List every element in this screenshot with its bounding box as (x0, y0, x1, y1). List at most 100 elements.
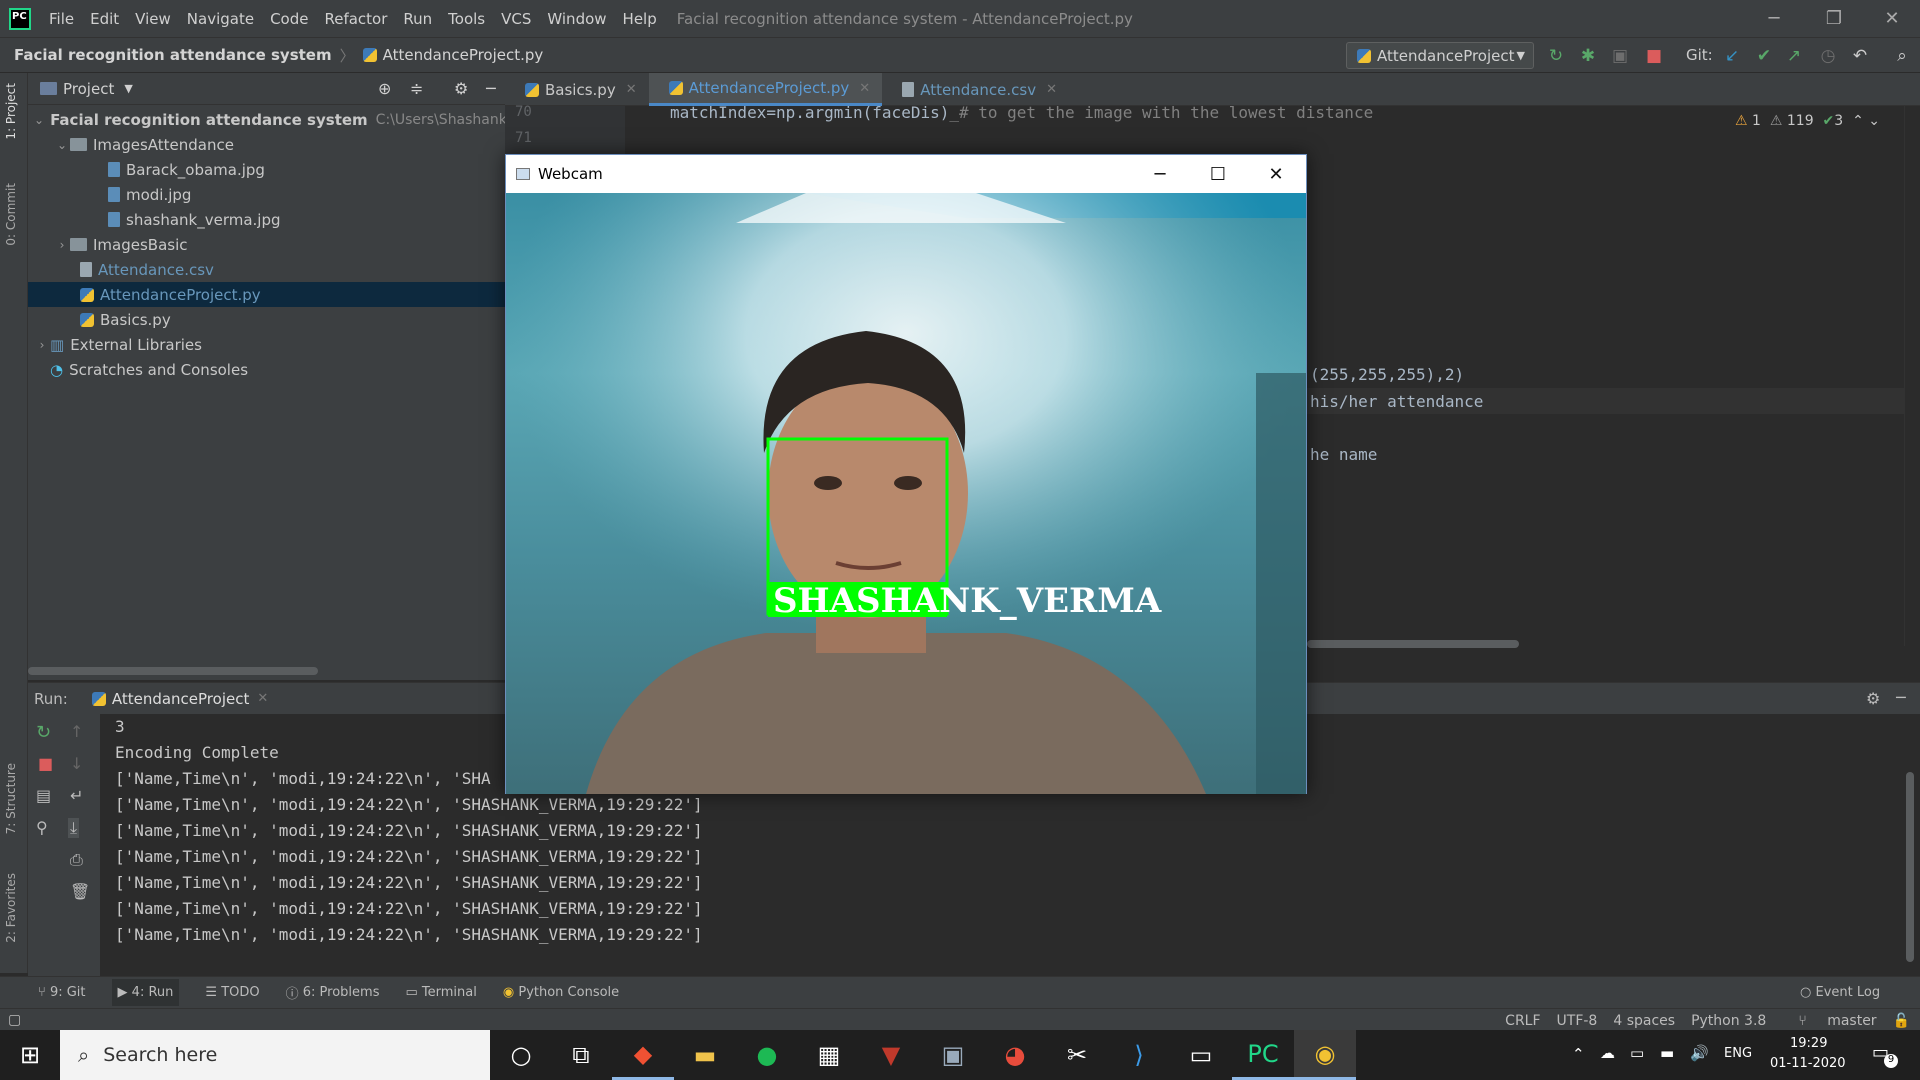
windows-start-icon[interactable]: ⊞ (0, 1030, 60, 1080)
taskbar-search[interactable]: ⌕ Search here (60, 1030, 490, 1080)
file-explorer-icon[interactable]: ▬ (674, 1030, 736, 1080)
gear-icon[interactable]: ⚙ (454, 79, 468, 98)
tree-folder-images-basic[interactable]: › ImagesBasic (28, 232, 505, 257)
hide-icon[interactable]: ─ (1896, 688, 1906, 707)
tree-file-basics[interactable]: Basics.py (28, 307, 505, 332)
lock-icon[interactable]: 🔓 (1893, 1013, 1910, 1029)
error-stripe[interactable] (1904, 106, 1920, 646)
debug-icon[interactable]: ✱ (1578, 46, 1598, 66)
close-icon[interactable]: ✕ (1247, 155, 1305, 193)
gear-icon[interactable]: ⚙ (1866, 689, 1880, 708)
close-icon[interactable]: ✕ (859, 81, 870, 96)
tab-favorites[interactable]: 2: Favorites (4, 873, 18, 943)
layout-icon[interactable]: ▤ (36, 786, 51, 805)
console-scrollbar[interactable] (1906, 772, 1914, 962)
tool-tab-problems[interactable]: ⓘ 6: Problems (286, 983, 380, 1002)
git-push-icon[interactable]: ↗ (1784, 46, 1804, 66)
webcam-window[interactable]: Webcam ─ ☐ ✕ SHASHANK_VERMA (505, 154, 1307, 794)
hide-icon[interactable]: ─ (486, 79, 496, 98)
event-log[interactable]: ○ Event Log (1800, 985, 1880, 1000)
tree-scratches[interactable]: ◔ Scratches and Consoles (28, 357, 505, 382)
trash-icon[interactable]: 🗑 (70, 882, 90, 901)
tool-tab-git[interactable]: ⑂ 9: Git (38, 985, 86, 1000)
tab-project[interactable]: 1: Project (4, 83, 18, 140)
git-commit-icon[interactable]: ✔ (1754, 46, 1774, 66)
line-separator[interactable]: CRLF (1505, 1013, 1540, 1029)
tree-file-csv[interactable]: Attendance.csv (28, 257, 505, 282)
maximize-icon[interactable]: ☐ (1189, 155, 1247, 193)
menu-view[interactable]: View (127, 10, 179, 28)
tree-folder-images-attendance[interactable]: ⌄ ImagesAttendance (28, 132, 505, 157)
tab-attendance-csv[interactable]: Attendance.csv ✕ (882, 73, 1069, 106)
rollback-icon[interactable]: ↶ (1850, 46, 1870, 66)
cortana-icon[interactable]: ○ (490, 1030, 552, 1080)
breadcrumb-project[interactable]: Facial recognition attendance system (14, 46, 332, 64)
arrow-up-icon[interactable]: ↑ (70, 722, 83, 741)
chevron-up-icon[interactable]: ⌃ (1852, 113, 1864, 129)
remote-desktop-icon[interactable]: ▣ (922, 1030, 984, 1080)
minimize-icon[interactable]: ─ (1744, 0, 1804, 37)
restore-icon[interactable]: ❐ (1804, 0, 1864, 37)
git-history-icon[interactable]: ◷ (1818, 46, 1838, 66)
tool-tab-terminal[interactable]: ▭ Terminal (405, 985, 476, 1000)
locate-icon[interactable]: ⊕ (378, 79, 391, 98)
pycharm-app-icon[interactable]: PC (1232, 1030, 1294, 1080)
chevron-down-icon[interactable]: ▼ (124, 82, 132, 95)
onedrive-icon[interactable]: ☁ (1600, 1044, 1615, 1062)
breadcrumb-file[interactable]: AttendanceProject.py (383, 46, 544, 64)
rerun-icon[interactable]: ↻ (36, 722, 51, 743)
tree-file-shashank[interactable]: shashank_verma.jpg (28, 207, 505, 232)
scroll-to-end-icon[interactable]: ⤓ (68, 818, 80, 838)
search-icon[interactable]: ⌕ (1892, 46, 1912, 66)
chevron-up-icon[interactable]: ⌃ (1572, 1045, 1585, 1063)
tab-commit[interactable]: 0: Commit (4, 183, 18, 246)
close-icon[interactable]: ✕ (257, 691, 268, 706)
horizontal-scrollbar[interactable] (28, 667, 318, 675)
volume-icon[interactable]: 🔊 (1690, 1044, 1709, 1062)
language-indicator[interactable]: ENG (1724, 1046, 1752, 1061)
tree-file-barack[interactable]: Barack_obama.jpg (28, 157, 505, 182)
menu-help[interactable]: Help (615, 10, 665, 28)
menu-vcs[interactable]: VCS (493, 10, 539, 28)
python-interpreter[interactable]: Python 3.8 (1691, 1013, 1766, 1029)
menu-window[interactable]: Window (539, 10, 614, 28)
chevron-down-icon[interactable]: ⌄ (1868, 113, 1880, 129)
inspection-widget[interactable]: ⚠ 1 ⚠ 119 ✔3 ⌃ ⌄ (1735, 113, 1880, 129)
menu-tools[interactable]: Tools (440, 10, 493, 28)
terminal-app-icon[interactable]: ▭ (1170, 1030, 1232, 1080)
chrome-icon[interactable]: ◕ (984, 1030, 1046, 1080)
arrow-down-icon[interactable]: ↓ (70, 754, 83, 773)
snip-icon[interactable]: ✂ (1046, 1030, 1108, 1080)
clock-time[interactable]: 19:29 (1790, 1036, 1827, 1051)
rerun-icon[interactable]: ↻ (1546, 46, 1566, 66)
predator-icon[interactable]: ▼ (860, 1030, 922, 1080)
tool-tab-todo[interactable]: ☰ TODO (205, 985, 259, 1000)
menu-edit[interactable]: Edit (82, 10, 127, 28)
code-line-70[interactable]: matchIndex=np.argmin(faceDis)_# to get t… (670, 103, 1373, 122)
close-icon[interactable]: ✕ (1862, 0, 1920, 37)
clock-date[interactable]: 01-11-2020 (1770, 1056, 1846, 1071)
menu-file[interactable]: File (41, 10, 82, 28)
git-branch[interactable]: ⑂ master (1782, 1013, 1876, 1029)
indent-setting[interactable]: 4 spaces (1613, 1013, 1675, 1029)
run-configuration-select[interactable]: AttendanceProject ▼ (1346, 42, 1534, 69)
stop-icon[interactable]: ■ (38, 754, 53, 773)
tool-tab-run[interactable]: ▶ 4: Run (111, 979, 180, 1006)
git-update-icon[interactable]: ↙ (1722, 46, 1742, 66)
editor-horizontal-scrollbar[interactable] (1307, 640, 1519, 648)
menu-refactor[interactable]: Refactor (316, 10, 395, 28)
minimize-icon[interactable]: ─ (1131, 155, 1189, 193)
tool-tab-python-console[interactable]: ◉ Python Console (503, 985, 619, 1000)
tree-root[interactable]: ⌄ Facial recognition attendance system C… (28, 107, 556, 132)
python-app-icon[interactable]: ◉ (1294, 1030, 1356, 1080)
spotify-icon[interactable]: ● (736, 1030, 798, 1080)
vscode-icon[interactable]: ⟩ (1108, 1030, 1170, 1080)
layout-toggle-icon[interactable]: ▢ (8, 1012, 21, 1028)
coverage-icon[interactable]: ▣ (1610, 46, 1630, 66)
print-icon[interactable]: ⎙ (70, 850, 83, 870)
menu-run[interactable]: Run (395, 10, 440, 28)
tab-basics[interactable]: Basics.py ✕ (505, 73, 649, 106)
tab-attendance-project[interactable]: AttendanceProject.py ✕ (648, 73, 883, 106)
battery-icon[interactable]: ▬ (1660, 1044, 1674, 1062)
store-icon[interactable]: ▦ (798, 1030, 860, 1080)
